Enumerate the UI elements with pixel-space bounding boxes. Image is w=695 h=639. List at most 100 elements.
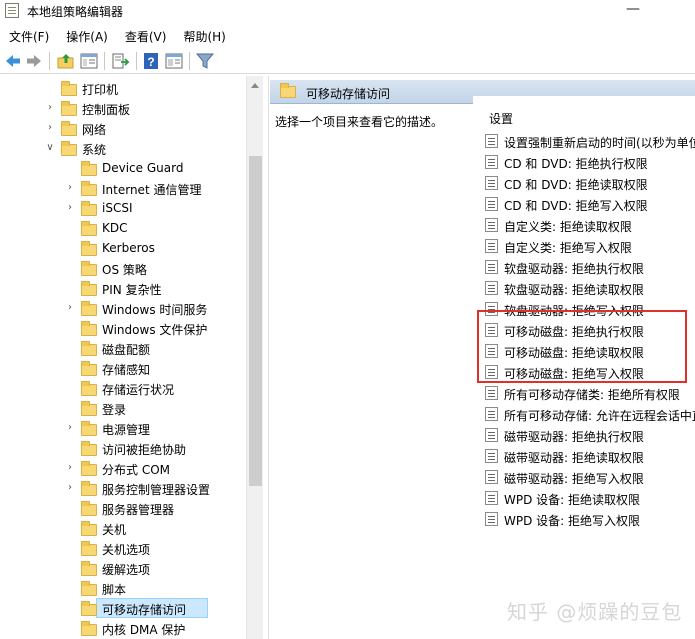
folder-icon (81, 461, 97, 476)
tree-item[interactable]: 磁盘配额 (0, 338, 246, 358)
tree-item[interactable]: › Internet 通信管理 (0, 178, 246, 198)
tree-item[interactable]: 登录 (0, 398, 246, 418)
scroll-up-icon[interactable] (251, 83, 259, 88)
chevron-right-icon[interactable]: › (65, 463, 75, 473)
menu-view[interactable]: 查看(V) (116, 25, 175, 45)
tree-item-label: 缓解选项 (102, 563, 151, 577)
tree-item[interactable]: 脚本 (0, 578, 246, 598)
tree-item[interactable]: 关机选项 (0, 538, 246, 558)
setting-label: CD 和 DVD: 拒绝写入权限 (504, 199, 648, 213)
tree-item[interactable]: 可移动存储访问 (0, 598, 246, 618)
tree-item[interactable]: Windows 文件保护 (0, 318, 246, 338)
folder-icon (81, 621, 97, 636)
policy-setting-icon (485, 281, 498, 295)
chevron-right-icon[interactable]: › (65, 483, 75, 493)
tree-item[interactable]: › 电源管理 (0, 418, 246, 438)
tree-item[interactable]: 服务器管理器 (0, 498, 246, 518)
folder-icon (81, 201, 97, 216)
watermark: 知乎 @烦躁的豆包 (507, 600, 683, 624)
tree-item[interactable]: › 控制面板 (0, 98, 246, 118)
tree-item[interactable]: 内核 DMA 保护 (0, 618, 246, 638)
tree-item[interactable]: 存储感知 (0, 358, 246, 378)
setting-row[interactable]: 设置强制重新启动的时间(以秒为单位) (485, 131, 695, 152)
policy-setting-icon (485, 449, 498, 463)
setting-row[interactable]: 所有可移动存储类: 拒绝所有权限 (485, 383, 695, 404)
chevron-right-icon[interactable]: › (65, 423, 75, 433)
chevron-right-icon[interactable]: › (65, 203, 75, 213)
tree-item-label: 分布式 COM (102, 463, 170, 477)
setting-row[interactable]: CD 和 DVD: 拒绝执行权限 (485, 152, 695, 173)
tree-item-label: 内核 DMA 保护 (102, 623, 186, 637)
tree-item[interactable]: Device Guard (0, 158, 246, 178)
tree-item[interactable]: › 网络 (0, 118, 246, 138)
tree-item[interactable]: OS 策略 (0, 258, 246, 278)
tree-scrollbar[interactable] (246, 76, 263, 639)
tree-item[interactable]: › 服务控制管理器设置 (0, 478, 246, 498)
scrollbar-thumb[interactable] (249, 156, 262, 486)
setting-label: 设置强制重新启动的时间(以秒为单位) (504, 136, 695, 150)
tree-item[interactable]: 访问被拒绝协助 (0, 438, 246, 458)
back-icon[interactable] (4, 52, 22, 70)
policy-setting-icon (485, 134, 498, 148)
tree-item[interactable]: 关机 (0, 518, 246, 538)
tree-item[interactable]: 存储运行状况 (0, 378, 246, 398)
tree-item[interactable]: › 分布式 COM (0, 458, 246, 478)
menu-help[interactable]: 帮助(H) (174, 25, 233, 45)
properties-icon[interactable] (165, 52, 183, 70)
folder-icon (81, 381, 97, 396)
tree-item-label: PIN 复杂性 (102, 283, 162, 297)
tree-item-label: 系统 (82, 143, 107, 157)
up-folder-icon[interactable] (57, 52, 75, 70)
tree-item[interactable]: KDC (0, 218, 246, 238)
menu-file[interactable]: 文件(F) (0, 25, 57, 45)
setting-row[interactable]: 所有可移动存储: 允许在远程会话中直接访问 (485, 404, 695, 425)
description-text: 选择一个项目来查看它的描述。 (275, 115, 444, 129)
tree-item[interactable]: › iSCSI (0, 198, 246, 218)
chevron-right-icon[interactable]: › (45, 103, 55, 113)
setting-row[interactable]: CD 和 DVD: 拒绝写入权限 (485, 194, 695, 215)
setting-label: CD 和 DVD: 拒绝读取权限 (504, 178, 648, 192)
setting-label: 所有可移动存储类: 拒绝所有权限 (504, 388, 680, 402)
show-hide-tree-icon[interactable] (80, 52, 98, 70)
setting-row[interactable]: CD 和 DVD: 拒绝读取权限 (485, 173, 695, 194)
setting-label: 自定义类: 拒绝写入权限 (504, 241, 632, 255)
highlight-box (477, 310, 687, 383)
folder-icon (81, 181, 97, 196)
tree-item[interactable]: ∨ 系统 (0, 138, 246, 158)
title-bar: 本地组策略编辑器 — (0, 0, 695, 22)
filter-icon[interactable] (196, 52, 214, 70)
setting-row[interactable]: 软盘驱动器: 拒绝读取权限 (485, 278, 695, 299)
chevron-right-icon[interactable]: › (45, 123, 55, 133)
tree-item-label: Internet 通信管理 (102, 183, 202, 197)
tree-item-label: 服务器管理器 (102, 503, 175, 517)
chevron-right-icon[interactable]: › (65, 183, 75, 193)
setting-label: 软盘驱动器: 拒绝读取权限 (504, 283, 644, 297)
setting-row[interactable]: 磁带驱动器: 拒绝执行权限 (485, 425, 695, 446)
tree-item[interactable]: 缓解选项 (0, 558, 246, 578)
setting-row[interactable]: 自定义类: 拒绝写入权限 (485, 236, 695, 257)
setting-label: 磁带驱动器: 拒绝写入权限 (504, 472, 644, 486)
chevron-right-icon[interactable]: › (65, 303, 75, 313)
tree-item[interactable]: › Windows 时间服务 (0, 298, 246, 318)
setting-row[interactable]: WPD 设备: 拒绝写入权限 (485, 509, 695, 530)
forward-icon[interactable] (25, 52, 43, 70)
export-list-icon[interactable] (111, 52, 129, 70)
setting-label: 软盘驱动器: 拒绝执行权限 (504, 262, 644, 276)
pane-splitter[interactable] (263, 76, 269, 639)
tree-item[interactable]: Kerberos (0, 238, 246, 258)
tree-item[interactable]: PIN 复杂性 (0, 278, 246, 298)
chevron-down-icon[interactable]: ∨ (45, 143, 55, 153)
setting-row[interactable]: 自定义类: 拒绝读取权限 (485, 215, 695, 236)
setting-row[interactable]: 磁带驱动器: 拒绝读取权限 (485, 446, 695, 467)
tree-item[interactable]: 打印机 (0, 78, 246, 98)
minimize-button[interactable]: — (610, 0, 656, 22)
setting-row[interactable]: WPD 设备: 拒绝读取权限 (485, 488, 695, 509)
menu-action[interactable]: 操作(A) (57, 25, 116, 45)
setting-row[interactable]: 软盘驱动器: 拒绝执行权限 (485, 257, 695, 278)
help-icon[interactable]: ? (142, 52, 160, 70)
folder-icon (81, 601, 97, 616)
folder-icon (280, 83, 296, 98)
tree-item-label: 访问被拒绝协助 (102, 443, 187, 457)
setting-row[interactable]: 磁带驱动器: 拒绝写入权限 (485, 467, 695, 488)
column-header-settings[interactable]: 设置 (489, 110, 513, 127)
